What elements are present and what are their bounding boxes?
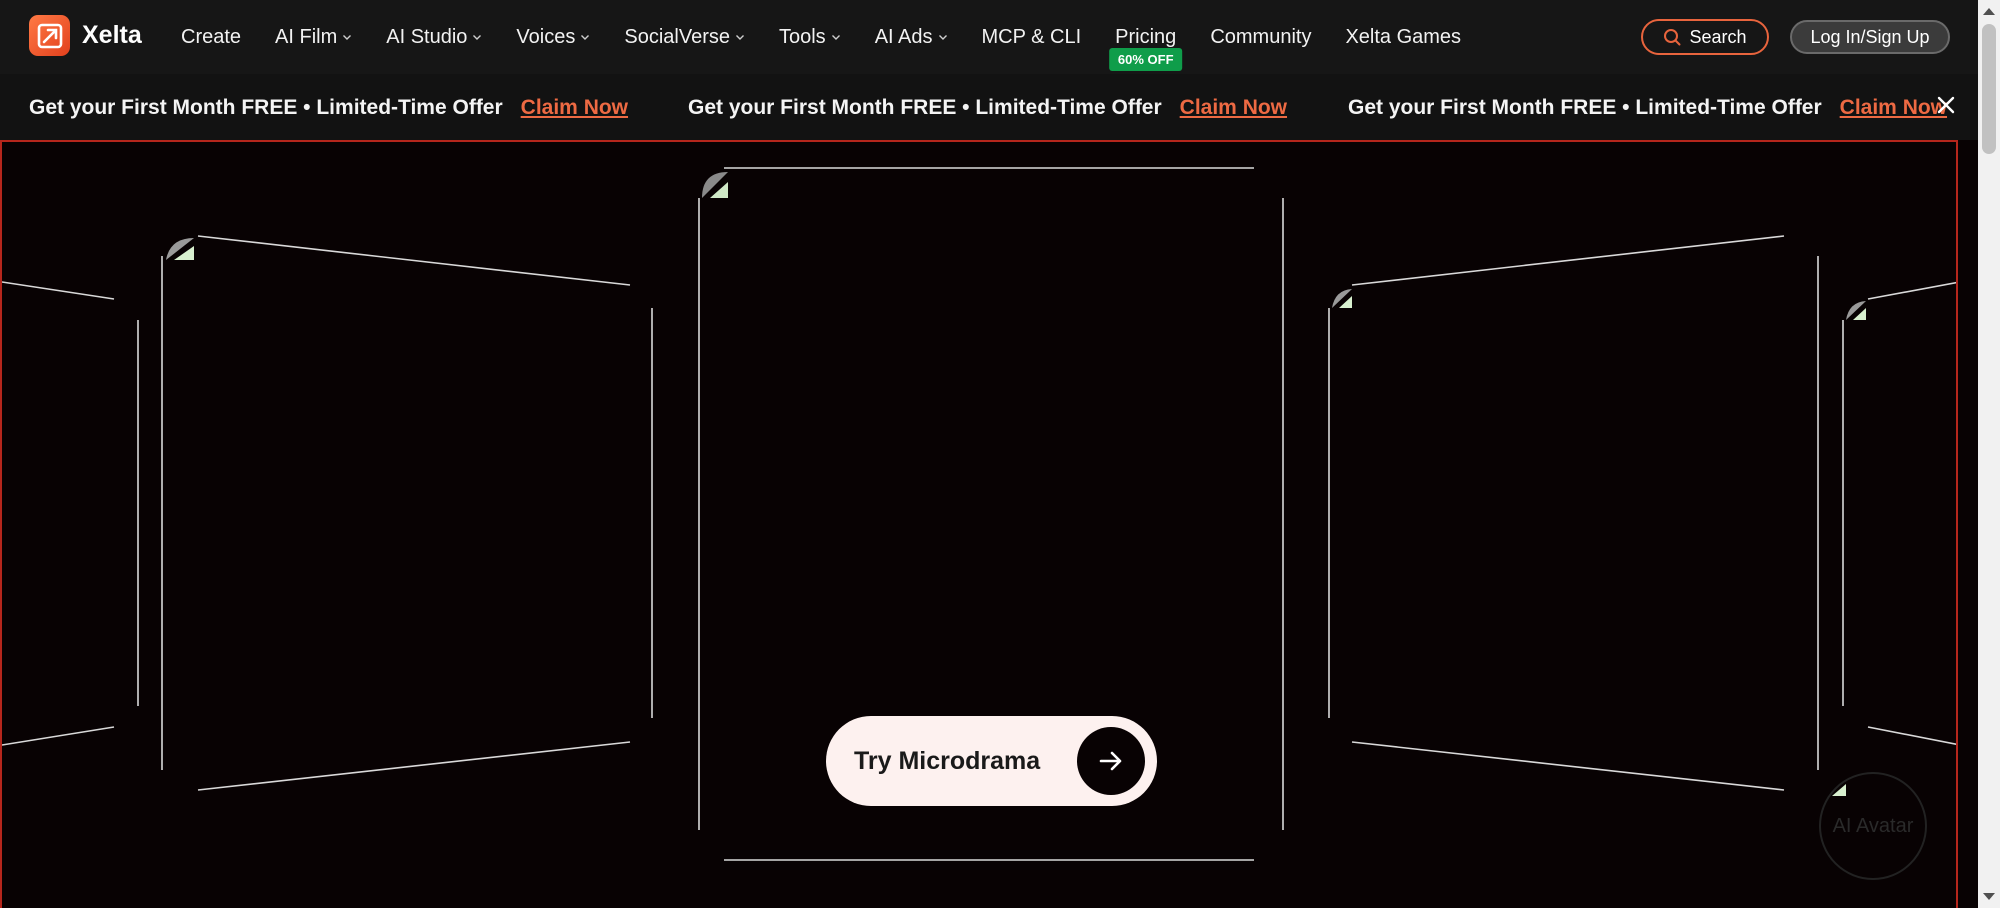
carousel-card-far-left[interactable] (2, 281, 139, 746)
chevron-down-icon (938, 35, 947, 40)
nav-item-label: AI Ads (874, 25, 933, 48)
promo-message: Get your First Month FREE • Limited-Time… (29, 96, 628, 120)
broken-image-icon (1332, 289, 1352, 308)
ai-avatar-floating-button[interactable]: AI Avatar (1819, 772, 1927, 880)
nav-item-label: SocialVerse (624, 25, 730, 48)
carousel-card-right[interactable] (1328, 235, 1819, 791)
nav-item-socialverse[interactable]: SocialVerse (624, 26, 745, 49)
nav-item-label: AI Film (275, 25, 338, 48)
discount-badge: 60% OFF (1108, 47, 1183, 71)
chevron-down-icon (831, 35, 840, 40)
search-label: Search (1689, 26, 1747, 47)
chevron-down-icon (735, 35, 744, 40)
nav-item-create[interactable]: Create (181, 26, 241, 49)
nav-item-label: AI Studio (386, 25, 468, 48)
nav-item-label: Pricing (1115, 25, 1177, 48)
claim-now-link[interactable]: Claim Now (1180, 96, 1287, 120)
promo-text: Get your First Month FREE • Limited-Time… (29, 96, 503, 119)
scrollbar-thumb[interactable] (1982, 24, 1996, 154)
carousel-card-far-right[interactable] (1842, 281, 1958, 746)
nav-item-label: Tools (778, 25, 826, 48)
hero-section: Try Microdrama AI Avatar (0, 140, 1958, 908)
nav-item-tools[interactable]: Tools (779, 26, 841, 49)
nav-item-label: Create (181, 25, 242, 48)
nav-item-ai-ads[interactable]: AI Ads (875, 26, 948, 49)
chevron-down-icon (473, 35, 482, 40)
claim-now-link[interactable]: Claim Now (1840, 96, 1947, 120)
scroll-down-icon[interactable] (1983, 893, 1995, 900)
chevron-down-icon (343, 35, 352, 40)
broken-image-icon (166, 238, 194, 260)
search-button[interactable]: Search (1641, 19, 1769, 55)
brand-name: Xelta (82, 21, 142, 49)
nav-item-mcp-cli[interactable]: MCP & CLI (982, 26, 1082, 49)
nav-item-pricing[interactable]: Pricing 60% OFF (1108, 25, 1183, 71)
promo-message: Get your First Month FREE • Limited-Time… (1348, 96, 1947, 120)
try-microdrama-label: Try Microdrama (854, 746, 1041, 775)
broken-image-icon (1846, 301, 1866, 320)
nav-item-ai-film[interactable]: AI Film (275, 26, 352, 49)
promo-banner: Get your First Month FREE • Limited-Time… (0, 74, 1978, 140)
login-signup-button[interactable]: Log In/Sign Up (1790, 20, 1950, 54)
search-icon (1664, 29, 1681, 46)
try-microdrama-button[interactable]: Try Microdrama (826, 716, 1157, 806)
ai-avatar-label: AI Avatar (1832, 815, 1914, 837)
scroll-up-icon[interactable] (1983, 8, 1995, 15)
top-nav: Xelta Create AI Film AI Studio Voices Social… (0, 0, 1978, 74)
nav-item-community[interactable]: Community (1210, 26, 1311, 49)
broken-image-icon (702, 172, 728, 198)
promo-text: Get your First Month FREE • Limited-Time… (1348, 96, 1822, 119)
nav-item-voices[interactable]: Voices (516, 26, 590, 49)
claim-now-link[interactable]: Claim Now (521, 96, 628, 120)
nav-item-label: Voices (516, 25, 576, 48)
nav-item-label: Xelta Games (1345, 25, 1462, 48)
page: Xelta Create AI Film AI Studio Voices Social… (0, 0, 2000, 908)
carousel-card-left[interactable] (161, 235, 653, 791)
nav-item-xelta-games[interactable]: Xelta Games (1345, 26, 1461, 49)
promo-text: Get your First Month FREE • Limited-Time… (688, 96, 1162, 119)
promo-message: Get your First Month FREE • Limited-Time… (688, 96, 1287, 120)
nav-item-label: Community (1210, 25, 1312, 48)
nav-item-label: MCP & CLI (981, 25, 1082, 48)
chevron-down-icon (581, 35, 590, 40)
page-scrollbar[interactable] (1978, 0, 2000, 908)
arrow-right-icon (1077, 727, 1145, 795)
nav-item-ai-studio[interactable]: AI Studio (386, 26, 482, 49)
logo[interactable]: Xelta (29, 15, 142, 56)
nav-menu: Create AI Film AI Studio Voices SocialVerse T… (181, 0, 1495, 74)
xelta-logo-icon (29, 15, 70, 56)
close-icon[interactable] (1935, 94, 1957, 116)
